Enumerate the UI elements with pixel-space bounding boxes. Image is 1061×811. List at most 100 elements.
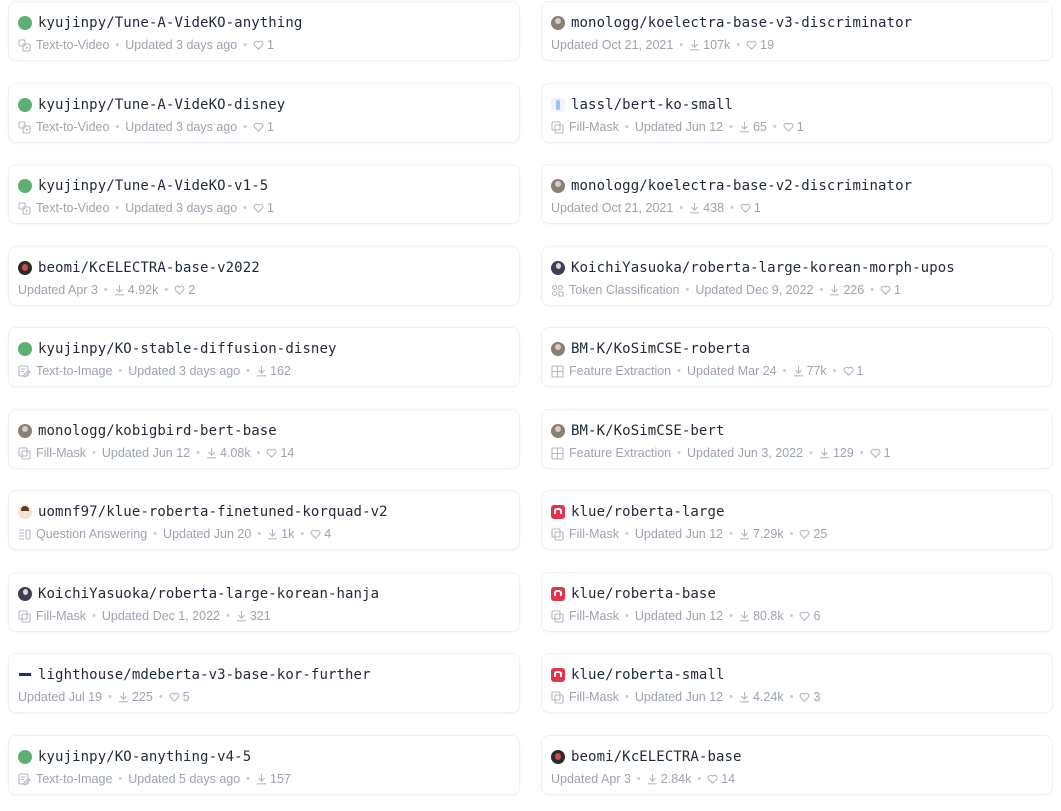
model-name[interactable]: lassl/bert-ko-small (571, 97, 733, 113)
task-label: Feature Extraction (569, 446, 672, 460)
model-name[interactable]: klue/roberta-base (571, 586, 716, 602)
model-card[interactable]: kyujinpy/Tune-A-VideKO-v1-5 Text-to-Video… (8, 164, 520, 224)
task-tag[interactable]: Fill-Mask (551, 609, 619, 623)
model-card[interactable]: klue/roberta-base Fill-Mask • Updated Jun 1… (541, 572, 1053, 632)
separator-dot: • (625, 528, 629, 540)
model-name[interactable]: BM-K/KoSimCSE-bert (571, 423, 725, 439)
likes-stat: 25 (799, 527, 827, 541)
model-name[interactable]: klue/roberta-large (571, 504, 725, 520)
model-name[interactable]: KoichiYasuoka/roberta-large-korean-morph… (571, 260, 955, 276)
task-tag[interactable]: Feature Extraction (551, 364, 671, 378)
model-card[interactable]: KoichiYasuoka/roberta-large-korean-hanja… (8, 572, 520, 632)
separator-dot: • (729, 528, 733, 540)
model-name[interactable]: kyujinpy/Tune-A-VideKO-anything (38, 15, 302, 31)
model-meta: Fill-Mask • Updated Jun 12 • 4.24k • 3 (551, 689, 820, 705)
downloads-count: 438 (703, 201, 725, 215)
model-name[interactable]: KoichiYasuoka/roberta-large-korean-hanja (38, 586, 379, 602)
text-to-video-icon (18, 201, 31, 215)
model-card[interactable]: monologg/koelectra-base-v3-discriminator… (541, 1, 1053, 61)
task-tag[interactable]: Token Classification (551, 283, 679, 297)
downloads-count: 1k (281, 527, 295, 541)
model-name[interactable]: beomi/KcELECTRA-base (571, 749, 742, 765)
separator-dot: • (115, 39, 120, 51)
likes-stat: 1 (870, 446, 891, 460)
model-name[interactable]: kyujinpy/KO-stable-diffusion-disney (38, 341, 337, 357)
model-name[interactable]: monologg/koelectra-base-v3-discriminator (571, 15, 912, 31)
download-icon (256, 365, 267, 377)
model-card[interactable]: kyujinpy/KO-anything-v4-5 Text-to-Image • U… (8, 735, 520, 795)
model-card[interactable]: BM-K/KoSimCSE-bert Feature Extraction • Upd… (541, 409, 1053, 469)
model-card[interactable]: kyujinpy/Tune-A-VideKO-disney Text-to-Vid… (8, 83, 520, 143)
model-title-row: kyujinpy/KO-anything-v4-5 (18, 748, 251, 766)
task-label: Question Answering (36, 527, 148, 541)
model-card[interactable]: monologg/koelectra-base-v2-discriminator… (541, 164, 1053, 224)
task-tag[interactable]: Fill-Mask (551, 120, 619, 134)
downloads-count: 157 (270, 772, 291, 786)
task-label: Token Classification (569, 283, 680, 297)
updated-text: Updated Jun 12 (101, 446, 191, 460)
model-name[interactable]: monologg/koelectra-base-v2-discriminator (571, 178, 912, 194)
task-tag[interactable]: Text-to-Video (18, 120, 109, 134)
updated-text: Updated Jun 12 (634, 609, 724, 623)
downloads-stat: 226 (829, 283, 864, 297)
model-name[interactable]: monologg/kobigbird-bert-base (38, 423, 277, 439)
model-name[interactable]: klue/roberta-small (571, 667, 725, 683)
heart-icon (799, 528, 810, 540)
downloads-count: 77k (806, 364, 827, 378)
model-name[interactable]: kyujinpy/KO-anything-v4-5 (38, 749, 251, 765)
fill-mask-icon (18, 609, 31, 623)
model-card[interactable]: kyujinpy/KO-stable-diffusion-disney Text-… (8, 327, 520, 387)
likes-count: 1 (267, 120, 274, 134)
task-tag[interactable]: Text-to-Video (18, 201, 109, 215)
downloads-stat: 321 (236, 609, 271, 623)
downloads-count: 129 (832, 446, 854, 460)
task-tag[interactable]: Fill-Mask (18, 446, 86, 460)
task-tag[interactable]: Text-to-Image (18, 364, 112, 378)
heart-icon (253, 121, 264, 133)
text-to-video-icon (18, 120, 31, 134)
likes-stat: 19 (746, 38, 774, 52)
task-tag[interactable]: Text-to-Image (18, 772, 112, 786)
task-tag[interactable]: Question Answering (18, 527, 147, 541)
task-label: Text-to-Video (36, 38, 110, 52)
task-label: Text-to-Image (36, 364, 113, 378)
model-name[interactable]: uomnf97/klue-roberta-finetuned-korquad-v… (38, 504, 388, 520)
model-card[interactable]: beomi/KcELECTRA-base-v2022 Updated Apr 3 •… (8, 246, 520, 306)
separator-dot: • (115, 121, 120, 133)
separator-dot: • (859, 447, 864, 459)
model-card[interactable]: beomi/KcELECTRA-base Updated Apr 3 • 2.84k •… (541, 735, 1053, 795)
download-icon (739, 121, 750, 133)
model-meta: Fill-Mask • Updated Jun 12 • 7.29k • 25 (551, 526, 827, 542)
model-title-row: KoichiYasuoka/roberta-large-korean-morph… (551, 259, 955, 277)
model-name[interactable]: beomi/KcELECTRA-base-v2022 (38, 260, 260, 276)
model-card[interactable]: kyujinpy/Tune-A-VideKO-anything Text-to-V… (8, 1, 520, 61)
task-tag[interactable]: Feature Extraction (551, 446, 671, 460)
task-label: Fill-Mask (569, 609, 619, 623)
model-meta: Text-to-Video • Updated 3 days ago • 1 (18, 200, 274, 216)
likes-count: 1 (856, 364, 864, 378)
model-card[interactable]: KoichiYasuoka/roberta-large-korean-morph… (541, 246, 1053, 306)
model-meta: Question Answering • Updated Jun 20 • 1k • 4 (18, 526, 331, 542)
task-tag[interactable]: Fill-Mask (551, 690, 619, 704)
model-name[interactable]: lighthouse/mdeberta-v3-base-kor-further (38, 667, 371, 683)
task-tag[interactable]: Fill-Mask (18, 609, 86, 623)
download-icon (647, 773, 658, 785)
model-card[interactable]: klue/roberta-large Fill-Mask • Updated Jun … (541, 490, 1053, 550)
model-title-row: klue/roberta-large (551, 503, 725, 521)
model-card[interactable]: uomnf97/klue-roberta-finetuned-korquad-v… (8, 490, 520, 550)
model-name[interactable]: kyujinpy/Tune-A-VideKO-disney (38, 97, 285, 113)
model-card[interactable]: lighthouse/mdeberta-v3-base-kor-further U… (8, 653, 520, 713)
model-name[interactable]: kyujinpy/Tune-A-VideKO-v1-5 (38, 178, 268, 194)
model-card[interactable]: monologg/kobigbird-bert-base Fill-Mask • Up… (8, 409, 520, 469)
model-card[interactable]: BM-K/KoSimCSE-roberta Feature Extraction •… (541, 327, 1053, 387)
task-tag[interactable]: Text-to-Video (18, 38, 109, 52)
download-icon (739, 691, 750, 703)
author-avatar (551, 179, 565, 193)
model-card[interactable]: klue/roberta-small Fill-Mask • Updated Jun … (541, 653, 1053, 713)
likes-stat: 1 (843, 364, 864, 378)
model-name[interactable]: BM-K/KoSimCSE-roberta (571, 341, 750, 357)
model-card[interactable]: lassl/bert-ko-small Fill-Mask • Updated Jun… (541, 83, 1053, 143)
separator-dot: • (789, 610, 794, 622)
task-tag[interactable]: Fill-Mask (551, 527, 619, 541)
separator-dot: • (257, 528, 262, 540)
